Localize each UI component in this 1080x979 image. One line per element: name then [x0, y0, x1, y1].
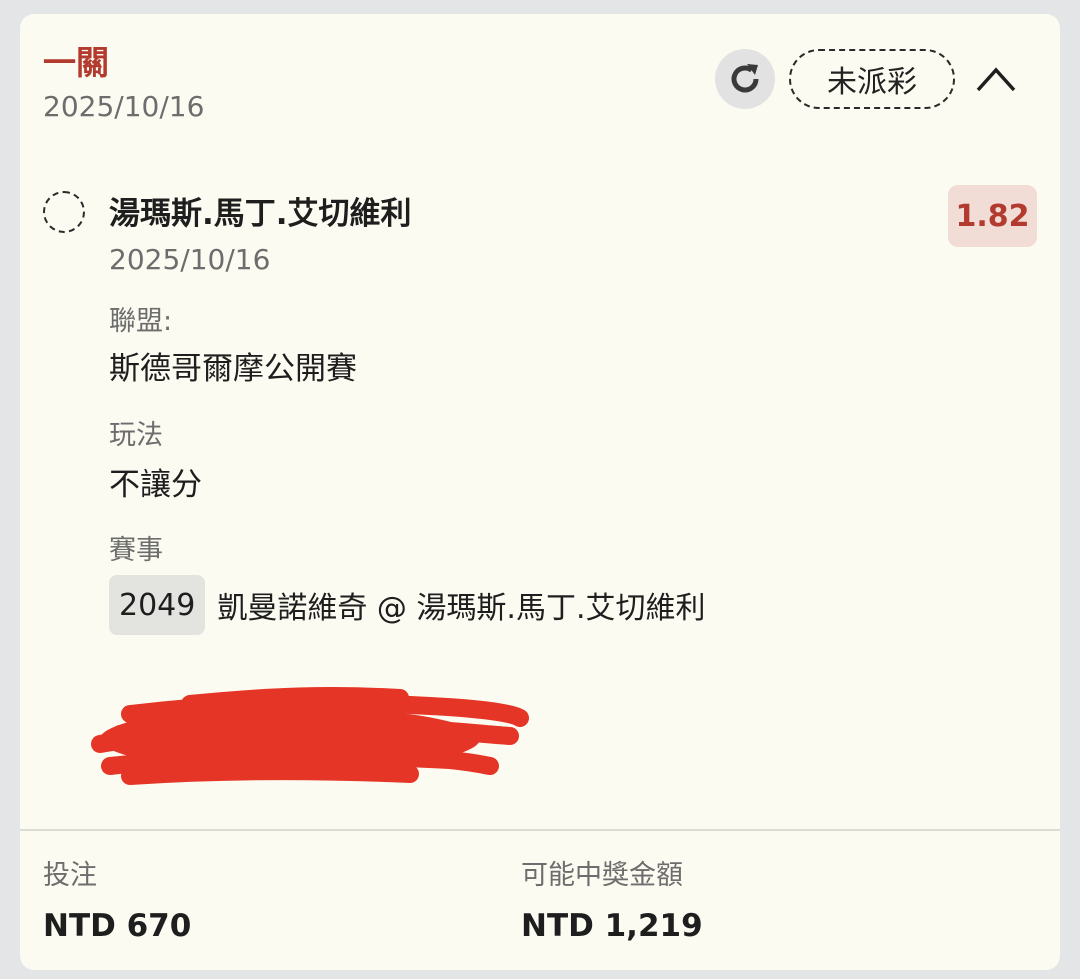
selection-status-icon	[43, 191, 85, 233]
collapse-button[interactable]	[972, 56, 1020, 102]
market-label: 玩法	[109, 420, 163, 451]
market-value: 不讓分	[109, 467, 202, 503]
status-badge: 未派彩	[789, 49, 955, 109]
refresh-button[interactable]	[715, 49, 775, 109]
potential-payout-label: 可能中獎金額	[521, 860, 683, 891]
event-name: 凱曼諾維奇 @ 湯瑪斯.馬丁.艾切維利	[217, 591, 706, 626]
bet-type-title: 一關	[43, 43, 109, 82]
odds-badge: 1.82	[948, 185, 1037, 247]
bet-date: 2025/10/16	[43, 90, 205, 123]
potential-payout-value: NTD 1,219	[521, 908, 703, 944]
selection-name: 湯瑪斯.馬丁.艾切維利	[109, 196, 412, 232]
summary-divider	[20, 829, 1060, 831]
league-value: 斯德哥爾摩公開賽	[109, 351, 357, 387]
event-number-badge: 2049	[109, 575, 206, 635]
bet-slip-card: 一關 2025/10/16 未派彩 湯瑪斯.馬丁.艾切維利 1.82 2025/…	[20, 14, 1060, 970]
event-label: 賽事	[109, 535, 163, 566]
event-row: 2049 凱曼諾維奇 @ 湯瑪斯.馬丁.艾切維利	[109, 575, 706, 635]
stake-value: NTD 670	[43, 908, 192, 944]
refresh-icon	[731, 64, 759, 93]
league-label: 聯盟:	[109, 306, 173, 337]
selection-date: 2025/10/16	[109, 243, 271, 276]
redaction-scribble	[91, 687, 529, 785]
stake-label: 投注	[43, 860, 97, 891]
chevron-up-icon	[976, 67, 1016, 92]
